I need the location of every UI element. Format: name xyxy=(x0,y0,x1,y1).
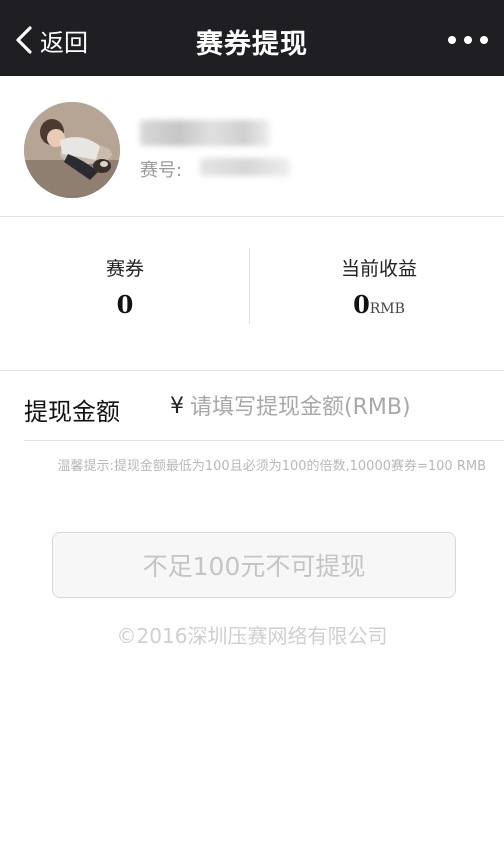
input-underline xyxy=(24,440,504,441)
player-id-label: 赛号: xyxy=(140,160,183,181)
yen-symbol: ¥ xyxy=(170,394,184,419)
earnings-value-line: 0RMB xyxy=(254,290,504,319)
withdraw-amount-label: 提现金额 xyxy=(24,398,120,426)
dot xyxy=(464,36,472,44)
tip-text: 温馨提示:提现金额最低为100且必须为100的倍数,10000赛券=100 RM… xyxy=(57,459,487,474)
balance-stats: 赛券 0 当前收益 0RMB xyxy=(0,218,504,370)
blurred-nickname xyxy=(140,120,270,146)
stat-separator xyxy=(249,248,250,324)
profile-section: 赛号: xyxy=(0,76,504,216)
earnings-label: 当前收益 xyxy=(340,258,417,280)
earnings-stat: 当前收益 0RMB xyxy=(254,218,504,370)
avatar-photo xyxy=(24,102,120,198)
coupon-value: 0 xyxy=(116,290,134,319)
coupon-label: 赛券 xyxy=(105,258,144,280)
withdraw-submit-button[interactable]: 不足100元不可提现 xyxy=(52,532,456,598)
dot xyxy=(480,36,488,44)
more-dots-icon[interactable] xyxy=(448,30,488,50)
withdraw-amount-row: 提现金额 ¥ xyxy=(0,372,504,442)
blurred-player-id xyxy=(200,158,290,176)
dot xyxy=(448,36,456,44)
avatar[interactable] xyxy=(24,102,120,198)
withdraw-page: 返回 赛券提现 赛号: 赛券 0 当前收益 0RMB 提现金额 ¥ 请填写提现金… xyxy=(0,0,504,868)
earnings-unit: RMB xyxy=(369,301,405,317)
copyright-text: ©2016深圳压赛网络有限公司 xyxy=(116,624,388,648)
divider xyxy=(0,370,504,371)
nav-bar: 返回 赛券提现 xyxy=(0,0,504,76)
withdraw-amount-input[interactable] xyxy=(190,388,490,426)
divider xyxy=(0,216,504,217)
page-title: 赛券提现 xyxy=(196,29,308,60)
coupon-stat: 赛券 0 xyxy=(0,218,250,370)
earnings-value: 0 xyxy=(353,290,370,319)
